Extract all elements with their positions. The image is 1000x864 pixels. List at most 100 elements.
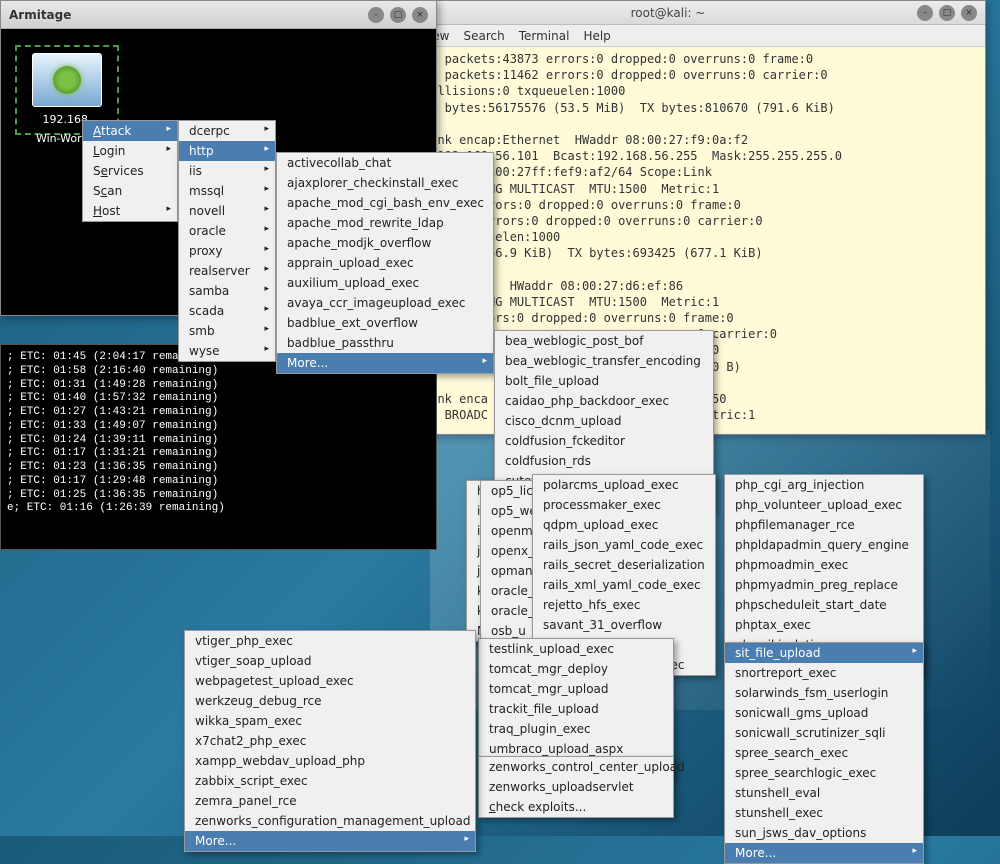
menu-item-coldfusion-fckeditor[interactable]: coldfusion_fckeditor	[495, 431, 713, 451]
menu-item-apache_modjk_overflow[interactable]: apache_modjk_overflow	[277, 233, 493, 253]
armitage-titlebar[interactable]: Armitage – □ ×	[1, 1, 436, 29]
menu-item-traq-plugin-exec[interactable]: traq_plugin_exec	[479, 719, 673, 739]
terminal-title: root@kali: ~	[425, 6, 911, 20]
menu-item-More...[interactable]: More...	[277, 353, 493, 373]
menu-item-zenworks-uploadservlet[interactable]: zenworks_uploadservlet	[479, 777, 673, 797]
menu-item-ajaxplorer_checkinstall_exec[interactable]: ajaxplorer_checkinstall_exec	[277, 173, 493, 193]
menu-item-auxilium_upload_exec[interactable]: auxilium_upload_exec	[277, 273, 493, 293]
menu-item-phpmyadmin-preg-replace[interactable]: phpmyadmin_preg_replace	[725, 575, 923, 595]
menu-item-check-exploits-[interactable]: check exploits...	[479, 797, 673, 817]
close-icon[interactable]: ×	[961, 5, 977, 21]
menu-item-badblue_passthru[interactable]: badblue_passthru	[277, 333, 493, 353]
menu-item-More...[interactable]: More...	[185, 831, 475, 851]
more-submenu-2c: zenworks_control_center_uploadzenworks_u…	[478, 756, 674, 818]
menu-item-bea-weblogic-post-bof[interactable]: bea_weblogic_post_bof	[495, 331, 713, 351]
menu-scan[interactable]: Scan	[83, 181, 177, 201]
menu-item-xampp_webdav_upload_php[interactable]: xampp_webdav_upload_php	[185, 751, 475, 771]
menu-terminal[interactable]: Terminal	[519, 29, 570, 43]
menu-item-php-volunteer-upload-exec[interactable]: php_volunteer_upload_exec	[725, 495, 923, 515]
menu-item-phpfilemanager-rce[interactable]: phpfilemanager_rce	[725, 515, 923, 535]
menu-item-phptax-exec[interactable]: phptax_exec	[725, 615, 923, 635]
menu-login[interactable]: Login	[83, 141, 177, 161]
menu-item-testlink-upload-exec[interactable]: testlink_upload_exec	[479, 639, 673, 659]
menu-item-samba[interactable]: samba	[179, 281, 275, 301]
menu-item-scada[interactable]: scada	[179, 301, 275, 321]
menu-item-rails-xml-yaml-code-exec[interactable]: rails_xml_yaml_code_exec	[533, 575, 715, 595]
maximize-icon[interactable]: □	[390, 7, 406, 23]
menu-item-novell[interactable]: novell	[179, 201, 275, 221]
menu-item-tomcat-mgr-deploy[interactable]: tomcat_mgr_deploy	[479, 659, 673, 679]
menu-item-wikka_spam_exec[interactable]: wikka_spam_exec	[185, 711, 475, 731]
attack-submenu: dcerpchttpiismssqlnovelloracleproxyreals…	[178, 120, 276, 362]
menu-item-tomcat-mgr-upload[interactable]: tomcat_mgr_upload	[479, 679, 673, 699]
menu-attack[interactable]: Attack	[83, 121, 177, 141]
menu-item-rails-json-yaml-code-exec[interactable]: rails_json_yaml_code_exec	[533, 535, 715, 555]
menu-item-processmaker-exec[interactable]: processmaker_exec	[533, 495, 715, 515]
menu-item-coldfusion-rds[interactable]: coldfusion_rds	[495, 451, 713, 471]
menu-item-dcerpc[interactable]: dcerpc	[179, 121, 275, 141]
menu-item-oracle[interactable]: oracle	[179, 221, 275, 241]
minimize-icon[interactable]: –	[368, 7, 384, 23]
menu-item-phpldapadmin-query-engine[interactable]: phpldapadmin_query_engine	[725, 535, 923, 555]
menu-item-sonicwall_gms_upload[interactable]: sonicwall_gms_upload	[725, 703, 923, 723]
menu-item-apprain_upload_exec[interactable]: apprain_upload_exec	[277, 253, 493, 273]
menu-item-spree_searchlogic_exec[interactable]: spree_searchlogic_exec	[725, 763, 923, 783]
menu-item-apache_mod_rewrite_ldap[interactable]: apache_mod_rewrite_ldap	[277, 213, 493, 233]
menu-item-rails-secret-deserialization[interactable]: rails_secret_deserialization	[533, 555, 715, 575]
menu-item-smb[interactable]: smb	[179, 321, 275, 341]
menu-item-proxy[interactable]: proxy	[179, 241, 275, 261]
menu-help[interactable]: Help	[583, 29, 610, 43]
menu-item-sit_file_upload[interactable]: sit_file_upload	[725, 643, 923, 663]
menu-item-spree_search_exec[interactable]: spree_search_exec	[725, 743, 923, 763]
armitage-title: Armitage	[9, 8, 362, 22]
host-monitor-icon	[32, 53, 102, 107]
menu-item-php-cgi-arg-injection[interactable]: php_cgi_arg_injection	[725, 475, 923, 495]
menu-item-zenworks_configuration_management_upload[interactable]: zenworks_configuration_management_upload	[185, 811, 475, 831]
minimize-icon[interactable]: –	[917, 5, 933, 21]
menu-item-iis[interactable]: iis	[179, 161, 275, 181]
menu-item-stunshell_eval[interactable]: stunshell_eval	[725, 783, 923, 803]
menu-item-phpmoadmin-exec[interactable]: phpmoadmin_exec	[725, 555, 923, 575]
menu-item-vtiger_soap_upload[interactable]: vtiger_soap_upload	[185, 651, 475, 671]
menu-item-caidao-php-backdoor-exec[interactable]: caidao_php_backdoor_exec	[495, 391, 713, 411]
menu-item-avaya_ccr_imageupload_exec[interactable]: avaya_ccr_imageupload_exec	[277, 293, 493, 313]
maximize-icon[interactable]: □	[939, 5, 955, 21]
menu-item-realserver[interactable]: realserver	[179, 261, 275, 281]
context-menu: Attack Login Services Scan Host	[82, 120, 178, 222]
close-icon[interactable]: ×	[412, 7, 428, 23]
menu-item-sonicwall_scrutinizer_sqli[interactable]: sonicwall_scrutinizer_sqli	[725, 723, 923, 743]
progress-terminal[interactable]: ; ETC: 01:45 (2:04:17 remaining) ; ETC: …	[0, 344, 437, 550]
menu-item-wyse[interactable]: wyse	[179, 341, 275, 361]
menu-item-trackit-file-upload[interactable]: trackit_file_upload	[479, 699, 673, 719]
terminal-titlebar[interactable]: root@kali: ~ – □ ×	[417, 1, 985, 25]
menu-item-zenworks-control-center-upload[interactable]: zenworks_control_center_upload	[479, 757, 673, 777]
menu-item-werkzeug_debug_rce[interactable]: werkzeug_debug_rce	[185, 691, 475, 711]
menu-item-mssql[interactable]: mssql	[179, 181, 275, 201]
menu-item-badblue_ext_overflow[interactable]: badblue_ext_overflow	[277, 313, 493, 333]
menu-item-stunshell_exec[interactable]: stunshell_exec	[725, 803, 923, 823]
menu-item-webpagetest_upload_exec[interactable]: webpagetest_upload_exec	[185, 671, 475, 691]
menu-item-qdpm-upload-exec[interactable]: qdpm_upload_exec	[533, 515, 715, 535]
more-submenu-4: vtiger_php_execvtiger_soap_uploadwebpage…	[184, 630, 476, 852]
menu-item-phpscheduleit-start-date[interactable]: phpscheduleit_start_date	[725, 595, 923, 615]
menu-services[interactable]: Services	[83, 161, 177, 181]
menu-item-solarwinds_fsm_userlogin[interactable]: solarwinds_fsm_userlogin	[725, 683, 923, 703]
menu-item-x7chat2_php_exec[interactable]: x7chat2_php_exec	[185, 731, 475, 751]
menu-item-zemra_panel_rce[interactable]: zemra_panel_rce	[185, 791, 475, 811]
menu-item-cisco-dcnm-upload[interactable]: cisco_dcnm_upload	[495, 411, 713, 431]
menu-item-apache_mod_cgi_bash_env_exec[interactable]: apache_mod_cgi_bash_env_exec	[277, 193, 493, 213]
menu-item-rejetto-hfs-exec[interactable]: rejetto_hfs_exec	[533, 595, 715, 615]
menu-item-http[interactable]: http	[179, 141, 275, 161]
menu-item-bolt-file-upload[interactable]: bolt_file_upload	[495, 371, 713, 391]
menu-item-activecollab_chat[interactable]: activecollab_chat	[277, 153, 493, 173]
menu-search[interactable]: Search	[463, 29, 504, 43]
menu-item-bea-weblogic-transfer-encoding[interactable]: bea_weblogic_transfer_encoding	[495, 351, 713, 371]
menu-item-More...[interactable]: More...	[725, 843, 923, 863]
menu-item-sun_jsws_dav_options[interactable]: sun_jsws_dav_options	[725, 823, 923, 843]
menu-item-vtiger_php_exec[interactable]: vtiger_php_exec	[185, 631, 475, 651]
menu-item-polarcms-upload-exec[interactable]: polarcms_upload_exec	[533, 475, 715, 495]
menu-item-snortreport_exec[interactable]: snortreport_exec	[725, 663, 923, 683]
menu-host[interactable]: Host	[83, 201, 177, 221]
menu-item-zabbix_script_exec[interactable]: zabbix_script_exec	[185, 771, 475, 791]
menu-item-savant-31-overflow[interactable]: savant_31_overflow	[533, 615, 715, 635]
